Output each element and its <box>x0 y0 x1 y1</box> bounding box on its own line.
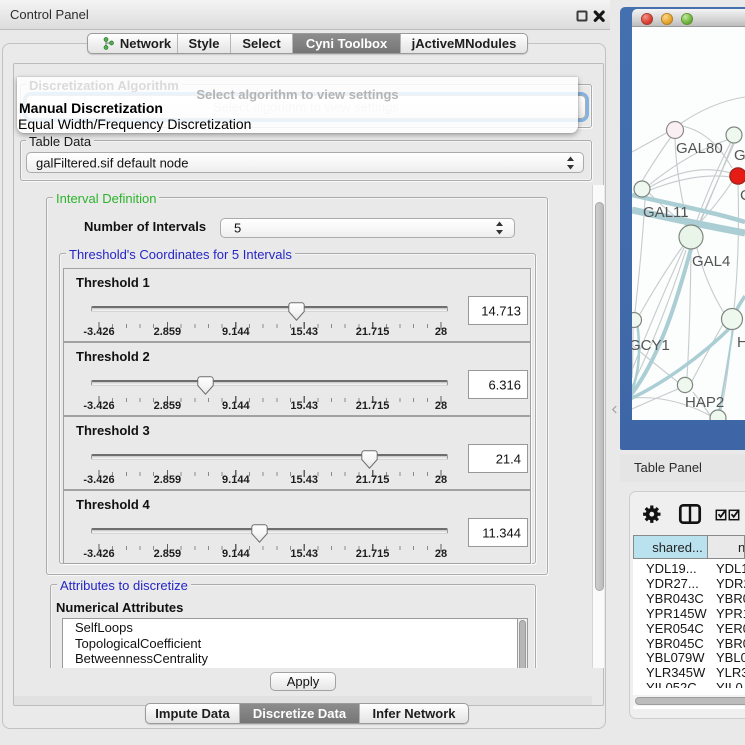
svg-text:C: C <box>740 187 745 204</box>
svg-text:HAP2: HAP2 <box>685 394 724 411</box>
svg-text:GAL4: GAL4 <box>692 253 730 270</box>
svg-text:GAL80: GAL80 <box>676 140 723 157</box>
svg-text:GAL11: GAL11 <box>643 204 689 221</box>
svg-text:GA: GA <box>734 147 745 164</box>
svg-text:GCY1: GCY1 <box>632 337 670 354</box>
svg-text:H: H <box>737 334 745 351</box>
